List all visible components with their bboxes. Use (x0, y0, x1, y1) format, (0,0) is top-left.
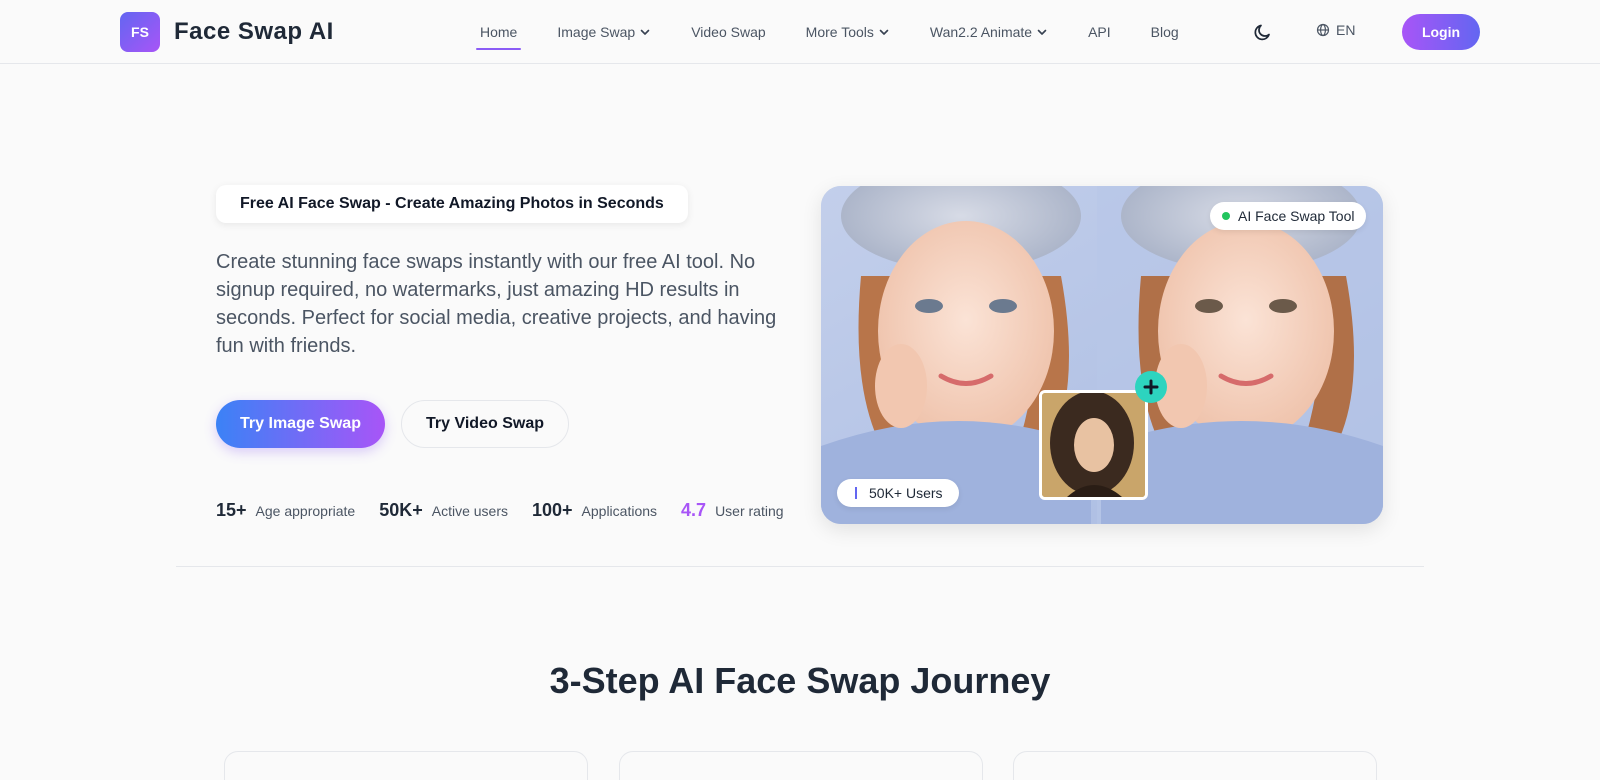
stat-value: 50K+ (379, 500, 423, 520)
moon-icon[interactable] (1253, 22, 1273, 42)
chevron-down-icon (879, 29, 889, 35)
site-header: FS Face Swap AI Home Image Swap Video Sw… (0, 0, 1600, 64)
chevron-down-icon (640, 29, 650, 35)
users-tag: 50K+ Users (837, 479, 959, 507)
main-nav: Home Image Swap Video Swap More Tools Wa… (475, 0, 1219, 64)
nav-api-label: API (1088, 24, 1111, 40)
stat-age: 15+ Age appropriate (216, 500, 355, 521)
stat-rating: 4.7 User rating (681, 500, 784, 521)
nav-home[interactable]: Home (475, 0, 522, 64)
users-indicator-icon (855, 487, 857, 499)
source-face-photo (1039, 390, 1148, 500)
stat-value: 100+ (531, 500, 573, 520)
step-card (619, 751, 983, 780)
language-selector[interactable]: EN (1316, 22, 1355, 38)
hero-badge: Free AI Face Swap - Create Amazing Photo… (216, 185, 688, 223)
logo[interactable]: FS Face Swap AI (120, 12, 334, 52)
globe-icon (1316, 23, 1330, 37)
stat-label: Age appropriate (255, 503, 356, 519)
chevron-down-icon (1037, 29, 1047, 35)
step-card (1013, 751, 1377, 780)
section-title: 3-Step AI Face Swap Journey (549, 660, 1051, 701)
users-tag-label: 50K+ Users (869, 485, 943, 501)
plus-icon (1135, 371, 1167, 403)
nav-wan-animate[interactable]: Wan2.2 Animate (930, 0, 1048, 64)
nav-home-label: Home (480, 24, 518, 40)
nav-more-tools[interactable]: More Tools (806, 0, 890, 64)
language-label: EN (1336, 22, 1356, 38)
nav-more-tools-label: More Tools (805, 24, 874, 40)
nav-image-swap[interactable]: Image Swap (557, 0, 651, 64)
hero-stats: 15+ Age appropriate 50K+ Active users 10… (216, 500, 808, 521)
stat-label: Active users (431, 503, 508, 519)
stat-label: Applications (581, 503, 658, 519)
step-card (224, 751, 588, 780)
try-video-swap-button[interactable]: Try Video Swap (401, 400, 569, 448)
login-button[interactable]: Login (1402, 14, 1480, 50)
nav-blog[interactable]: Blog (1151, 0, 1179, 64)
stat-value: 4.7 (681, 500, 707, 520)
nav-wan-animate-label: Wan2.2 Animate (929, 24, 1033, 40)
status-dot-icon (1222, 212, 1230, 220)
source-face-illustration (1042, 393, 1145, 497)
logo-badge: FS (120, 12, 160, 52)
nav-blog-label: Blog (1150, 24, 1179, 40)
stat-applications: 100+ Applications (532, 500, 657, 521)
section-divider (176, 566, 1424, 567)
try-image-swap-button[interactable]: Try Image Swap (216, 400, 385, 448)
ai-tool-tag-label: AI Face Swap Tool (1238, 208, 1355, 224)
stat-users: 50K+ Active users (379, 500, 508, 521)
nav-api[interactable]: API (1088, 0, 1111, 64)
stat-label: User rating (715, 503, 784, 519)
nav-image-swap-label: Image Swap (557, 24, 636, 40)
logo-text: Face Swap AI (174, 18, 334, 45)
nav-video-swap[interactable]: Video Swap (691, 0, 765, 64)
hero-description: Create stunning face swaps instantly wit… (216, 251, 777, 357)
ai-tool-tag: AI Face Swap Tool (1210, 202, 1367, 230)
stat-value: 15+ (216, 500, 247, 520)
nav-video-swap-label: Video Swap (691, 24, 766, 40)
